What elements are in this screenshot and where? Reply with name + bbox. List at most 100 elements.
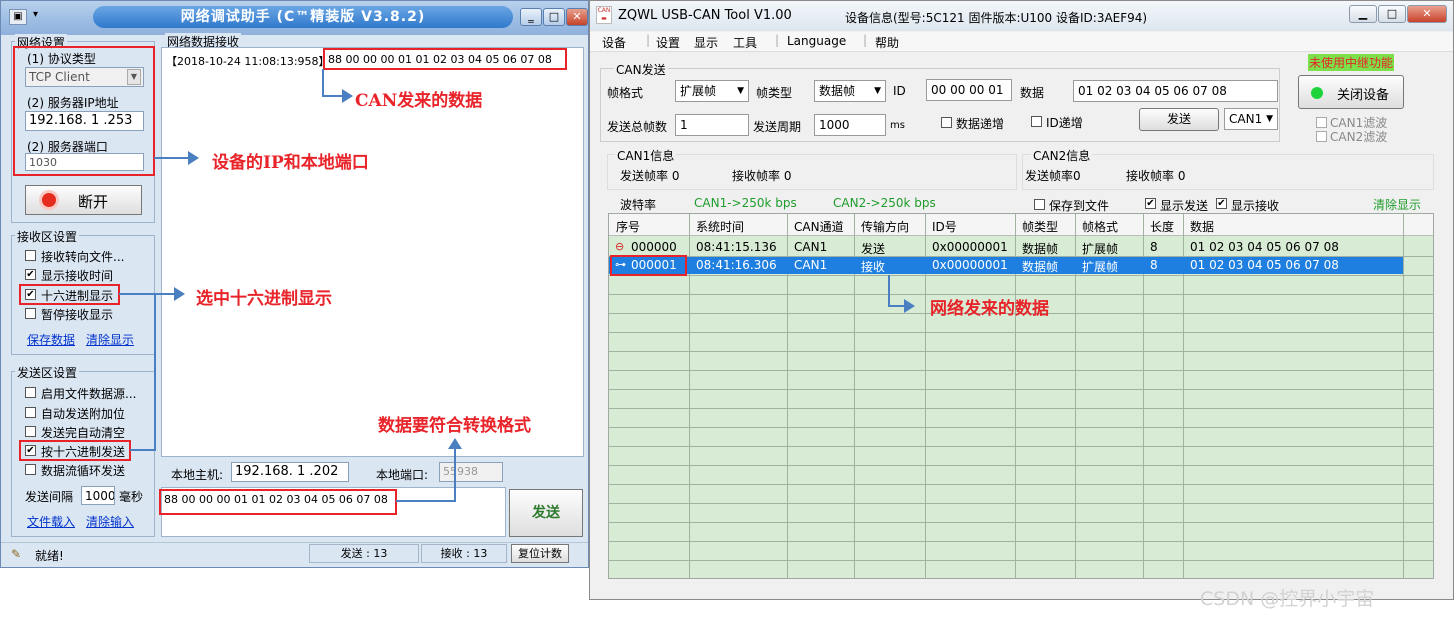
loop-send-checkbox[interactable] (25, 464, 36, 475)
show-recv-checkbox[interactable]: ✔ (1216, 198, 1227, 209)
relay-status: 未使用中继功能 (1308, 54, 1395, 71)
baud-label: 波特率 (620, 198, 657, 212)
cell-direction: 接收 (861, 260, 886, 274)
data-inc-checkbox[interactable] (941, 117, 952, 128)
cell-direction: 发送 (861, 242, 886, 256)
channel-select[interactable]: CAN1 ▼ (1224, 108, 1278, 130)
can1-filter-checkbox[interactable] (1316, 117, 1327, 128)
append-bit-label: 自动发送附加位 (41, 407, 126, 421)
sent-count: 发送 : 13 (309, 544, 419, 563)
menu-help[interactable]: 帮助 (875, 34, 899, 51)
local-port-label: 本地端口: (376, 468, 429, 482)
frame-table[interactable]: 序号 系统时间 CAN通道 传输方向 ID号 帧类型 帧格式 长度 数据 ⊖ 0… (608, 213, 1434, 579)
cell-frame-type: 数据帧 (1022, 242, 1059, 256)
pause-recv-checkbox[interactable] (25, 308, 36, 319)
frame-type-select[interactable]: 数据帧 ▼ (814, 80, 886, 102)
can2-send-rate: 发送帧率0 (1025, 169, 1081, 183)
table-row-selected[interactable]: ⊶ 000001 08:41:16.306 CAN1 接收 0x00000001… (609, 257, 1403, 274)
table-row[interactable]: ⊖ 000000 08:41:15.136 CAN1 发送 0x00000001… (609, 239, 1403, 256)
grid-line (609, 446, 1433, 447)
baud-can2: CAN2->250k bps (833, 196, 936, 210)
arrow-head-icon (448, 438, 462, 449)
can-app-icon: CAN ▬ (596, 6, 612, 24)
recv-to-file-checkbox[interactable] (25, 250, 36, 261)
arrow-line (154, 293, 156, 451)
app-icon[interactable]: ▣ (9, 9, 27, 25)
status-ready: 就绪! (35, 549, 64, 563)
period-unit: ms (890, 120, 905, 131)
file-source-checkbox[interactable] (25, 387, 36, 398)
clear-display-link[interactable]: 清除显示 (1373, 196, 1421, 213)
cell-frame-format: 扩展帧 (1082, 260, 1119, 274)
grid-line (609, 389, 1433, 390)
id-input[interactable]: 00 00 00 01 (926, 79, 1012, 101)
menu-display[interactable]: 显示 (694, 34, 718, 51)
ip-port-highlight (13, 46, 155, 176)
append-bit-checkbox[interactable] (25, 407, 36, 418)
save-file-checkbox[interactable] (1034, 199, 1045, 210)
grid-line (609, 332, 1433, 333)
title-bar: CAN ▬ ZQWL USB-CAN Tool V1.00 设备信息(型号:5C1… (590, 1, 1453, 31)
local-host-input[interactable]: 192.168. 1 .202 (231, 462, 349, 482)
local-port-input[interactable]: 55938 (439, 462, 503, 482)
frame-format-select[interactable]: 扩展帧 ▼ (675, 80, 749, 102)
can1-recv-rate: 接收帧率 0 (732, 169, 792, 183)
total-frames-label: 发送总帧数 (607, 120, 668, 134)
can-send-label: CAN发送 (614, 61, 668, 78)
app-name: ZQWL USB-CAN Tool V1.00 (618, 8, 792, 23)
grid-line (1403, 214, 1404, 578)
auto-clear-checkbox[interactable] (25, 426, 36, 437)
cell-id: 0x00000001 (932, 258, 1008, 272)
grid-line (609, 522, 1433, 523)
minimize-button[interactable]: ‗ (520, 8, 542, 26)
can-send-button[interactable]: 发送 (1139, 108, 1219, 131)
send-button[interactable]: 发送 (509, 489, 583, 537)
maximize-button[interactable]: □ (1378, 5, 1406, 23)
maximize-button[interactable]: □ (543, 8, 565, 26)
status-bar: ✎ 就绪! 发送 : 13 接收 : 13 复位计数 (1, 542, 588, 567)
can2-filter-label: CAN2滤波 (1330, 130, 1388, 144)
send-data-highlight (159, 489, 397, 515)
close-button[interactable]: ✕ (1407, 5, 1447, 23)
show-recv-label: 显示接收 (1231, 199, 1280, 213)
recv-timestamp: 【2018-10-24 11:08:13:958】 (166, 55, 330, 68)
period-input[interactable]: 1000 (814, 114, 886, 136)
cell-data: 01 02 03 04 05 06 07 08 (1190, 240, 1339, 254)
menu-settings[interactable]: 设置 (656, 34, 680, 51)
grid-line (609, 541, 1433, 542)
grid-line (609, 370, 1433, 371)
data-input[interactable]: 01 02 03 04 05 06 07 08 (1073, 80, 1278, 102)
menu-separator: | (775, 33, 780, 47)
show-send-checkbox[interactable]: ✔ (1145, 198, 1156, 209)
id-inc-checkbox[interactable] (1031, 116, 1042, 127)
clear-input-link[interactable]: 清除输入 (86, 513, 134, 530)
can1-info-label: CAN1信息 (615, 147, 677, 164)
save-data-link[interactable]: 保存数据 (27, 331, 75, 348)
total-frames-input[interactable]: 1 (675, 114, 749, 136)
send-direction-icon: ⊖ (615, 240, 625, 253)
reset-count-button[interactable]: 复位计数 (511, 544, 569, 563)
disconnect-button[interactable]: 断开 (25, 185, 142, 215)
data-label: 数据 (1020, 86, 1045, 100)
recv-to-file-label: 接收转向文件... (41, 250, 125, 264)
arrow-line (130, 449, 156, 451)
show-recv-time-checkbox[interactable]: ✔ (25, 269, 36, 280)
data-inc-label: 数据递增 (956, 117, 1005, 131)
send-interval-input[interactable]: 1000 (81, 486, 115, 505)
minimize-button[interactable]: ▁ (1349, 5, 1377, 23)
grid-line (609, 408, 1433, 409)
clear-display-link[interactable]: 清除显示 (86, 331, 134, 348)
close-device-button[interactable]: 关闭设备 (1298, 75, 1404, 109)
recv-count: 接收 : 13 (421, 544, 507, 563)
arrow-head-icon (904, 299, 915, 313)
menu-device[interactable]: 设备 (602, 34, 626, 51)
close-device-label: 关闭设备 (1337, 88, 1390, 103)
cell-data: 01 02 03 04 05 06 07 08 (1190, 258, 1339, 272)
pause-recv-label: 暂停接收显示 (41, 308, 114, 322)
load-file-link[interactable]: 文件载入 (27, 513, 75, 530)
can2-filter-checkbox[interactable] (1316, 131, 1327, 142)
close-button[interactable]: ✕ (566, 8, 588, 26)
menu-tools[interactable]: 工具 (733, 34, 757, 51)
menu-language[interactable]: Language (787, 34, 846, 48)
system-menu-icon[interactable]: ▾ (33, 9, 38, 20)
